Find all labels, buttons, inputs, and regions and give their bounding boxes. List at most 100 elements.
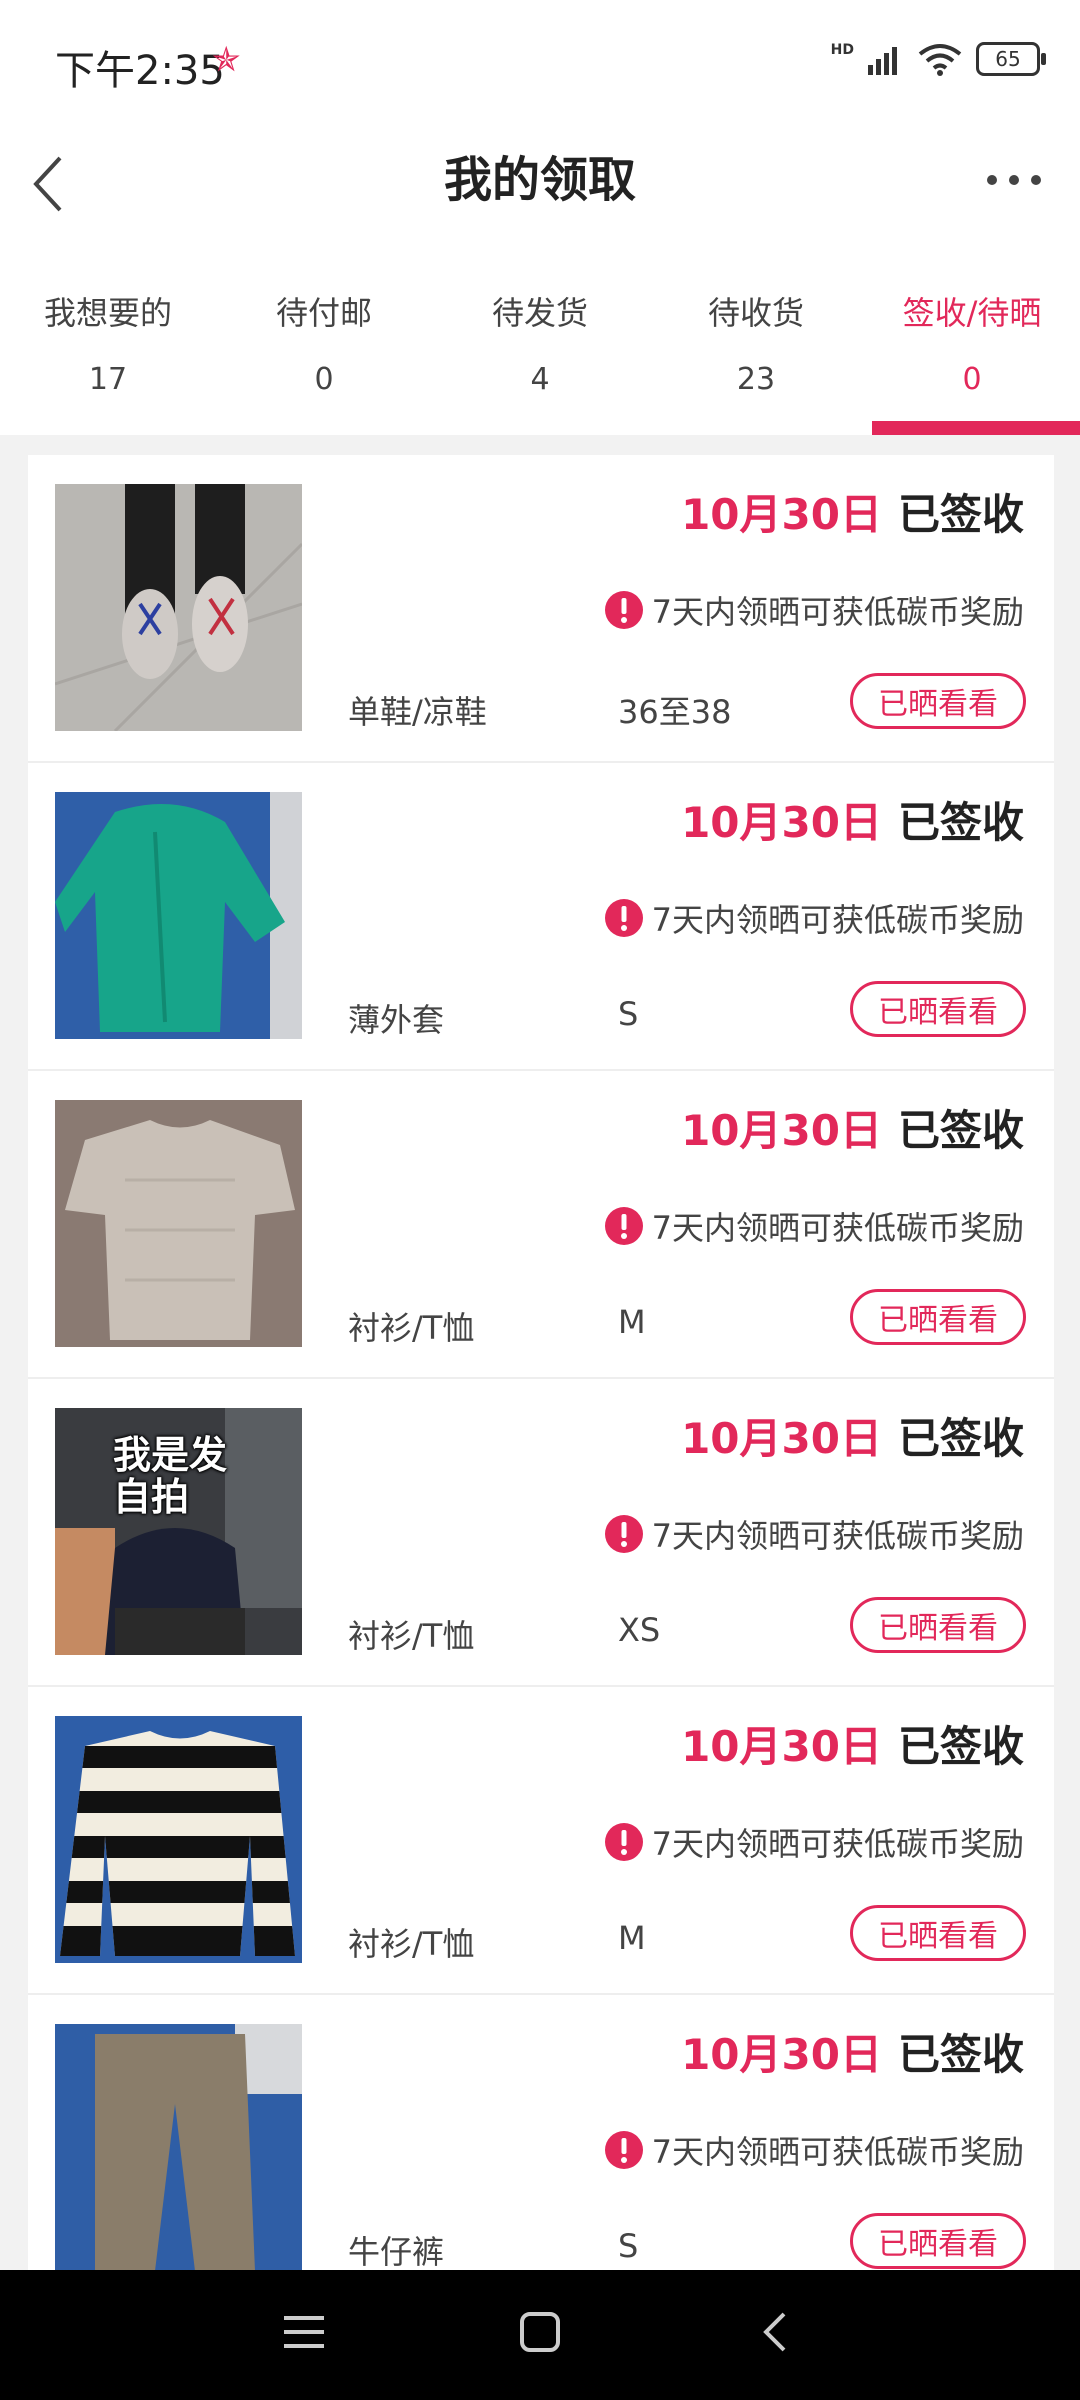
alert-icon bbox=[604, 1823, 643, 1861]
tab-pending-shipment[interactable]: 待发货 4 bbox=[432, 250, 648, 435]
back-icon[interactable] bbox=[754, 2310, 798, 2354]
status: 已签收 bbox=[897, 490, 1024, 539]
reward-hint: 7天内领晒可获低碳币奖励 bbox=[604, 587, 1024, 633]
item-size: M bbox=[618, 1919, 646, 1957]
date: 10月30日 bbox=[681, 1722, 882, 1771]
photo-overlay-text: 我是发自拍 bbox=[113, 1433, 228, 1519]
tab-count: 17 bbox=[88, 362, 128, 397]
view-share-button[interactable]: 已晒看看 bbox=[850, 981, 1026, 1037]
status-bar: 下午2:35 ✯ HD 65 bbox=[0, 0, 1080, 130]
received-items-list: 10月30日 已签收 7天内领晒可获低碳币奖励 单鞋/凉鞋 36至38 已晒看看 … bbox=[28, 455, 1054, 2270]
home-icon[interactable] bbox=[518, 2310, 562, 2354]
list-item[interactable]: 10月30日 已签收 7天内领晒可获低碳币奖励 牛仔裤 S 已晒看看 bbox=[28, 1995, 1054, 2270]
sign-date: 10月30日 已签收 bbox=[681, 1713, 1024, 1774]
hd-label: HD bbox=[830, 42, 854, 58]
reward-hint: 7天内领晒可获低碳币奖励 bbox=[604, 895, 1024, 941]
view-share-button[interactable]: 已晒看看 bbox=[850, 673, 1026, 729]
tab-label: 待付邮 bbox=[275, 294, 372, 332]
date: 10月30日 bbox=[681, 1414, 882, 1463]
sign-date: 10月30日 已签收 bbox=[681, 1097, 1024, 1158]
tab-label: 待收货 bbox=[707, 294, 804, 332]
item-category: 衬衫/T恤 bbox=[348, 1309, 475, 1347]
sign-date: 10月30日 已签收 bbox=[681, 789, 1024, 850]
status-tabs: 我想要的 17 待付邮 0 待发货 4 待收货 23 签收/待晒 0 bbox=[0, 250, 1080, 435]
item-photo[interactable] bbox=[55, 484, 302, 731]
date: 10月30日 bbox=[681, 490, 882, 539]
tab-label: 签收/待晒 bbox=[902, 294, 1042, 332]
tab-wanted[interactable]: 我想要的 17 bbox=[0, 250, 216, 435]
system-nav-bar bbox=[0, 2270, 1080, 2400]
item-category: 薄外套 bbox=[348, 1001, 445, 1039]
reward-hint: 7天内领晒可获低碳币奖励 bbox=[604, 2127, 1024, 2173]
tab-pending-receipt[interactable]: 待收货 23 bbox=[648, 250, 864, 435]
alert-icon bbox=[604, 2131, 643, 2169]
reward-text: 7天内领晒可获低碳币奖励 bbox=[651, 1825, 1024, 1863]
item-photo[interactable]: 我是发自拍 bbox=[55, 1408, 302, 1655]
star-icon: ✯ bbox=[212, 40, 241, 80]
tab-count: 0 bbox=[314, 362, 334, 397]
list-item[interactable]: 我是发自拍 10月30日 已签收 7天内领晒可获低碳币奖励 衬衫/T恤 XS 已晒… bbox=[28, 1379, 1054, 1687]
alert-icon bbox=[604, 1515, 643, 1553]
view-share-button[interactable]: 已晒看看 bbox=[850, 1905, 1026, 1961]
battery-icon: 65 bbox=[976, 42, 1046, 76]
view-share-button[interactable]: 已晒看看 bbox=[850, 1289, 1026, 1345]
item-photo[interactable] bbox=[55, 1100, 302, 1347]
item-photo[interactable] bbox=[55, 792, 302, 1039]
item-photo[interactable] bbox=[55, 1716, 302, 1963]
alert-icon bbox=[604, 591, 643, 629]
item-size: XS bbox=[618, 1611, 661, 1649]
list-item[interactable]: 10月30日 已签收 7天内领晒可获低碳币奖励 衬衫/T恤 M 已晒看看 bbox=[28, 1071, 1054, 1379]
list-item[interactable]: 10月30日 已签收 7天内领晒可获低碳币奖励 衬衫/T恤 M 已晒看看 bbox=[28, 1687, 1054, 1995]
alert-icon bbox=[604, 1207, 643, 1245]
reward-text: 7天内领晒可获低碳币奖励 bbox=[651, 1517, 1024, 1555]
date: 10月30日 bbox=[681, 2030, 882, 2079]
wifi-icon bbox=[918, 44, 962, 76]
page-title: 我的领取 bbox=[443, 152, 636, 208]
reward-text: 7天内领晒可获低碳币奖励 bbox=[651, 1209, 1024, 1247]
tab-count: 0 bbox=[962, 362, 982, 397]
date: 10月30日 bbox=[681, 798, 882, 847]
reward-hint: 7天内领晒可获低碳币奖励 bbox=[604, 1511, 1024, 1557]
item-category: 衬衫/T恤 bbox=[348, 1617, 475, 1655]
sign-date: 10月30日 已签收 bbox=[681, 2021, 1024, 2082]
view-share-button[interactable]: 已晒看看 bbox=[850, 1597, 1026, 1653]
reward-text: 7天内领晒可获低碳币奖励 bbox=[651, 2133, 1024, 2171]
reward-hint: 7天内领晒可获低碳币奖励 bbox=[604, 1819, 1024, 1865]
reward-text: 7天内领晒可获低碳币奖励 bbox=[651, 901, 1024, 939]
tab-count: 23 bbox=[736, 362, 776, 397]
item-category: 牛仔裤 bbox=[348, 2233, 445, 2270]
more-options-icon[interactable] bbox=[984, 170, 1044, 190]
signal-icon bbox=[868, 47, 897, 75]
reward-hint: 7天内领晒可获低碳币奖励 bbox=[604, 1203, 1024, 1249]
tab-label: 待发货 bbox=[491, 294, 588, 332]
date: 10月30日 bbox=[681, 1106, 882, 1155]
status: 已签收 bbox=[897, 798, 1024, 847]
item-size: 36至38 bbox=[618, 693, 732, 731]
item-category: 衬衫/T恤 bbox=[348, 1925, 475, 1963]
status: 已签收 bbox=[897, 2030, 1024, 2079]
reward-text: 7天内领晒可获低碳币奖励 bbox=[651, 593, 1024, 631]
active-tab-indicator bbox=[872, 421, 1080, 435]
item-size: S bbox=[618, 995, 639, 1033]
item-photo[interactable] bbox=[55, 2024, 302, 2270]
status: 已签收 bbox=[897, 1722, 1024, 1771]
sign-date: 10月30日 已签收 bbox=[681, 1405, 1024, 1466]
item-size: M bbox=[618, 1303, 646, 1341]
status: 已签收 bbox=[897, 1414, 1024, 1463]
tab-signed-to-share[interactable]: 签收/待晒 0 bbox=[864, 250, 1080, 435]
status-icons: HD 65 bbox=[830, 42, 1046, 76]
tab-label: 我想要的 bbox=[43, 294, 172, 332]
view-share-button[interactable]: 已晒看看 bbox=[850, 2213, 1026, 2269]
item-category: 单鞋/凉鞋 bbox=[348, 693, 487, 731]
alert-icon bbox=[604, 899, 643, 937]
list-item[interactable]: 10月30日 已签收 7天内领晒可获低碳币奖励 薄外套 S 已晒看看 bbox=[28, 763, 1054, 1071]
item-size: S bbox=[618, 2227, 639, 2265]
list-item[interactable]: 10月30日 已签收 7天内领晒可获低碳币奖励 单鞋/凉鞋 36至38 已晒看看 bbox=[28, 455, 1054, 763]
sign-date: 10月30日 已签收 bbox=[681, 481, 1024, 542]
menu-icon[interactable] bbox=[282, 2310, 326, 2354]
tab-pending-postage[interactable]: 待付邮 0 bbox=[216, 250, 432, 435]
header: 我的领取 bbox=[0, 130, 1080, 250]
status-time: 下午2:35 bbox=[55, 48, 225, 94]
tab-count: 4 bbox=[530, 362, 550, 397]
status: 已签收 bbox=[897, 1106, 1024, 1155]
